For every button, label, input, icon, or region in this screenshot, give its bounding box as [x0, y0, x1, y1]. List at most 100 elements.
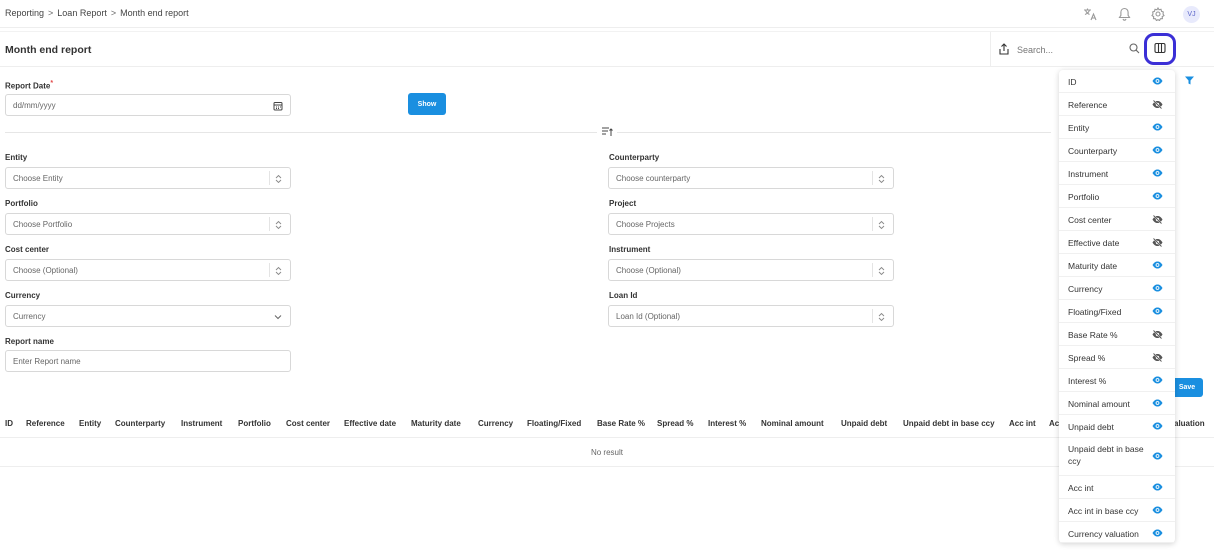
- column-header[interactable]: Nominal amount: [761, 419, 824, 428]
- loan-id-select[interactable]: Loan Id (Optional): [608, 305, 894, 327]
- column-toggle-item[interactable]: Effective date: [1059, 231, 1175, 254]
- translate-icon[interactable]: [1081, 5, 1099, 23]
- column-toggle-item[interactable]: Counterparty: [1059, 139, 1175, 162]
- column-toggle-label: Entity: [1068, 123, 1090, 133]
- column-toggle-item[interactable]: Base Rate %: [1059, 323, 1175, 346]
- eye-icon[interactable]: [1152, 422, 1163, 432]
- filter-icon[interactable]: [1184, 75, 1195, 88]
- gear-icon[interactable]: [1149, 5, 1167, 23]
- report-name-input[interactable]: Enter Report name: [5, 350, 291, 372]
- cost-center-label: Cost center: [5, 245, 50, 254]
- avatar[interactable]: VJ: [1183, 5, 1200, 23]
- column-toggle-item[interactable]: Reference: [1059, 93, 1175, 116]
- eye-icon[interactable]: [1152, 146, 1163, 156]
- save-button[interactable]: Save: [1171, 378, 1203, 397]
- column-header[interactable]: Instrument: [181, 419, 222, 428]
- counterparty-select[interactable]: Choose counterparty: [608, 167, 894, 189]
- column-toggle-item[interactable]: Entity: [1059, 116, 1175, 139]
- eye-icon[interactable]: [1152, 77, 1163, 87]
- column-toggle-item[interactable]: Cost center: [1059, 208, 1175, 231]
- column-header[interactable]: Base Rate %: [597, 419, 645, 428]
- show-button[interactable]: Show: [408, 93, 446, 115]
- eye-icon[interactable]: [1152, 261, 1163, 271]
- column-toggle-item[interactable]: Acc int in base ccy: [1059, 499, 1175, 522]
- column-toggle-item[interactable]: Interest %: [1059, 369, 1175, 392]
- column-header[interactable]: Effective date: [344, 419, 396, 428]
- eye-icon[interactable]: [1152, 529, 1163, 539]
- eye-icon[interactable]: [1152, 284, 1163, 294]
- column-toggle-item[interactable]: Nominal amount: [1059, 392, 1175, 415]
- column-header[interactable]: Interest %: [708, 419, 746, 428]
- cost-center-select[interactable]: Choose (Optional): [5, 259, 291, 281]
- column-header[interactable]: Reference: [26, 419, 65, 428]
- column-toggle-item[interactable]: Instrument: [1059, 162, 1175, 185]
- counterparty-label: Counterparty: [609, 153, 660, 162]
- column-header[interactable]: Floating/Fixed: [527, 419, 581, 428]
- eye-off-icon[interactable]: [1152, 329, 1163, 341]
- eye-icon[interactable]: [1152, 399, 1163, 409]
- breadcrumb-loan-report[interactable]: Loan Report: [57, 8, 107, 18]
- portfolio-select[interactable]: Choose Portfolio: [5, 213, 291, 235]
- column-header[interactable]: Entity: [79, 419, 101, 428]
- entity-select[interactable]: Choose Entity: [5, 167, 291, 189]
- project-select[interactable]: Choose Projects: [608, 213, 894, 235]
- column-toggle-item[interactable]: Portfolio: [1059, 185, 1175, 208]
- column-toggle-item[interactable]: Acc int: [1059, 476, 1175, 499]
- report-date-input[interactable]: dd/mm/yyyy: [5, 94, 291, 116]
- search-icon[interactable]: [1129, 43, 1140, 56]
- column-toggle-item[interactable]: Spread %: [1059, 346, 1175, 369]
- columns-toggle-button[interactable]: [1144, 33, 1176, 65]
- eye-icon[interactable]: [1152, 169, 1163, 179]
- column-header[interactable]: Ac: [1049, 419, 1059, 428]
- column-toggle-item[interactable]: ID: [1059, 70, 1175, 93]
- column-header[interactable]: Counterparty: [115, 419, 165, 428]
- breadcrumb-month-end-report: Month end report: [120, 8, 189, 18]
- eye-icon[interactable]: [1152, 192, 1163, 202]
- entity-label: Entity: [5, 153, 28, 162]
- currency-select[interactable]: Currency: [5, 305, 291, 327]
- column-toggle-label: Acc int: [1068, 483, 1094, 493]
- bell-icon[interactable]: [1115, 5, 1133, 23]
- column-toggle-label: ID: [1068, 77, 1077, 87]
- column-toggle-item[interactable]: Unpaid debt: [1059, 415, 1175, 438]
- instrument-select[interactable]: Choose (Optional): [608, 259, 894, 281]
- column-header[interactable]: Portfolio: [238, 419, 271, 428]
- column-toggle-item[interactable]: Currency: [1059, 277, 1175, 300]
- search-input[interactable]: [1017, 41, 1127, 59]
- updown-icon: [272, 219, 284, 231]
- report-name-label: Report name: [5, 337, 54, 346]
- column-header[interactable]: ID: [5, 419, 13, 428]
- column-toggle-item[interactable]: Maturity date: [1059, 254, 1175, 277]
- eye-icon[interactable]: [1152, 307, 1163, 317]
- export-icon[interactable]: [998, 43, 1010, 57]
- table-header-row: ID Reference Entity Counterparty Instrum…: [0, 410, 1214, 438]
- column-header[interactable]: Unpaid debt: [841, 419, 887, 428]
- eye-icon[interactable]: [1152, 452, 1163, 462]
- eye-off-icon[interactable]: [1152, 99, 1163, 111]
- column-toggle-label: Spread %: [1068, 353, 1106, 363]
- eye-off-icon[interactable]: [1152, 214, 1163, 226]
- column-toggle-label: Interest %: [1068, 376, 1107, 386]
- breadcrumb-reporting[interactable]: Reporting: [5, 8, 44, 18]
- collapse-icon[interactable]: [597, 126, 617, 139]
- calendar-icon[interactable]: [272, 100, 284, 112]
- eye-off-icon[interactable]: [1152, 237, 1163, 249]
- column-header[interactable]: aluation: [1174, 419, 1205, 428]
- eye-off-icon[interactable]: [1152, 352, 1163, 364]
- column-header[interactable]: Spread %: [657, 419, 693, 428]
- eye-icon[interactable]: [1152, 483, 1163, 493]
- eye-icon[interactable]: [1152, 376, 1163, 386]
- column-header[interactable]: Maturity date: [411, 419, 461, 428]
- column-toggle-label: Counterparty: [1068, 146, 1118, 156]
- column-toggle-item[interactable]: Currency valuation: [1059, 522, 1175, 543]
- column-header[interactable]: Currency: [478, 419, 513, 428]
- column-toggle-label: Nominal amount: [1068, 399, 1130, 409]
- column-toggle-item[interactable]: Floating/Fixed: [1059, 300, 1175, 323]
- column-toggle-item[interactable]: Unpaid debt in base ccy: [1059, 438, 1175, 476]
- eye-icon[interactable]: [1152, 506, 1163, 516]
- page-header: Month end report: [0, 31, 1214, 85]
- column-header[interactable]: Acc int: [1009, 419, 1036, 428]
- column-header[interactable]: Unpaid debt in base ccy: [903, 419, 995, 428]
- column-header[interactable]: Cost center: [286, 419, 330, 428]
- eye-icon[interactable]: [1152, 123, 1163, 133]
